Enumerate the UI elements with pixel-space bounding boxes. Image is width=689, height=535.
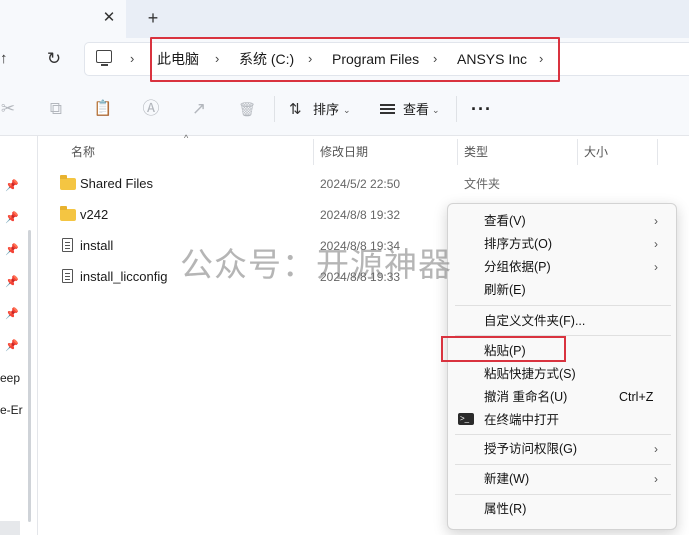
folder-icon (60, 206, 76, 221)
menu-item-customize-folder[interactable]: 自定义文件夹(F)... (484, 312, 585, 330)
chevron-right-icon: › (654, 442, 658, 456)
terminal-icon: >_ (458, 413, 474, 425)
file-row-type: 文件夹 (464, 177, 501, 191)
menu-separator (455, 305, 671, 306)
nav-item-label[interactable]: e-Er (0, 402, 23, 418)
refresh-icon[interactable]: ↻ (45, 49, 63, 69)
nav-scrollbar[interactable] (28, 230, 31, 522)
menu-separator (455, 464, 671, 465)
pin-icon[interactable]: 📌 (5, 180, 19, 192)
computer-icon[interactable] (96, 50, 112, 63)
column-header-type[interactable]: 类型 (464, 143, 488, 161)
file-row-name[interactable]: Shared Files (80, 175, 153, 193)
column-header-name[interactable]: 名称 (71, 143, 95, 161)
view-button[interactable]: 查看 (403, 101, 429, 119)
menu-item-new[interactable]: 新建(W) (484, 470, 529, 488)
menu-item-view[interactable]: 查看(V) (484, 212, 526, 230)
column-header-modified[interactable]: 修改日期 (320, 143, 368, 161)
rename-icon[interactable]: Ⓐ (141, 99, 161, 119)
breadcrumb-highlight-box (150, 37, 560, 82)
view-chevron-down-icon[interactable]: ⌄ (432, 101, 440, 119)
more-options-icon[interactable]: ··· (471, 99, 493, 119)
file-row-name[interactable]: v242 (80, 206, 108, 224)
toolbar-divider (456, 96, 457, 122)
close-tab-icon[interactable]: ✕ (101, 9, 117, 27)
up-arrow-icon[interactable]: ↑ (0, 49, 14, 69)
paste-highlight-box (441, 336, 566, 362)
menu-item-paste-shortcut[interactable]: 粘贴快捷方式(S) (484, 365, 576, 383)
cut-icon[interactable]: ✂ (0, 99, 16, 119)
menu-item-open-in-terminal[interactable]: 在终端中打开 (484, 411, 559, 429)
navigation-pane (0, 136, 38, 535)
menu-item-properties[interactable]: 属性(R) (484, 500, 526, 518)
column-header-size[interactable]: 大小 (584, 143, 608, 161)
sort-icon[interactable]: ⇅ (289, 100, 302, 118)
copy-icon[interactable]: ⧉ (46, 99, 66, 119)
watermark-text: 公众号：开源神器 (180, 246, 452, 283)
breadcrumb-separator-icon[interactable]: › (130, 49, 134, 69)
delete-icon[interactable]: 🗑 (237, 99, 257, 119)
column-divider[interactable] (313, 139, 314, 165)
paste-icon[interactable]: 📋 (93, 99, 113, 119)
menu-item-sort-by[interactable]: 排序方式(O) (484, 235, 552, 253)
computer-icon-stand (101, 64, 108, 66)
menu-item-group-by[interactable]: 分组依据(P) (484, 258, 551, 276)
pin-icon[interactable]: 📌 (5, 244, 19, 256)
sort-caret-icon: ^ (184, 133, 189, 143)
nav-scroll-button[interactable] (0, 521, 20, 535)
sort-button[interactable]: 排序 (313, 101, 339, 119)
pin-icon[interactable]: 📌 (5, 212, 19, 224)
toolbar-divider (274, 96, 275, 122)
pin-icon[interactable]: 📌 (5, 340, 19, 352)
file-row-date: 2024/8/8 19:32 (320, 208, 401, 222)
chevron-right-icon: › (654, 260, 658, 274)
file-icon (62, 238, 73, 252)
pin-icon[interactable]: 📌 (5, 308, 19, 320)
share-icon[interactable]: ↗ (189, 99, 209, 119)
column-divider[interactable] (657, 139, 658, 165)
chevron-right-icon: › (654, 472, 658, 486)
new-tab-icon[interactable]: + (144, 9, 162, 27)
sort-chevron-down-icon[interactable]: ⌄ (343, 101, 351, 119)
file-icon (62, 269, 73, 283)
folder-icon (60, 175, 76, 190)
file-row-date: 2024/5/2 22:50 (320, 177, 401, 191)
menu-separator (455, 494, 671, 495)
nav-item-label[interactable]: eep (0, 370, 20, 386)
menu-separator (455, 434, 671, 435)
menu-item-undo-rename[interactable]: 撤消 重命名(U) (484, 388, 567, 406)
pin-icon[interactable]: 📌 (5, 276, 19, 288)
chevron-right-icon: › (654, 214, 658, 228)
menu-item-give-access[interactable]: 授予访问权限(G) (484, 440, 577, 458)
menu-shortcut-ctrl-z: Ctrl+Z (619, 390, 654, 404)
column-divider[interactable] (577, 139, 578, 165)
view-icon[interactable] (380, 104, 395, 114)
file-row-name[interactable]: install_licconfig (80, 268, 167, 286)
file-row-name[interactable]: install (80, 237, 113, 255)
column-divider[interactable] (457, 139, 458, 165)
chevron-right-icon: › (654, 237, 658, 251)
menu-item-refresh[interactable]: 刷新(E) (484, 281, 526, 299)
